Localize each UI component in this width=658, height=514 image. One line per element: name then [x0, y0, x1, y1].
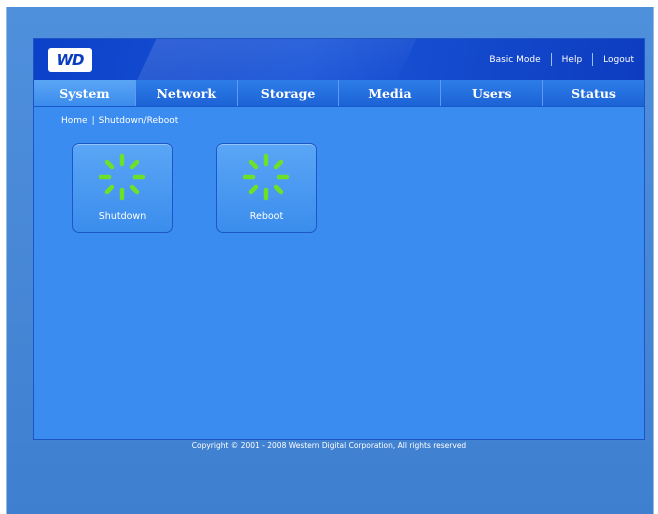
- breadcrumb-home-link[interactable]: Home: [61, 116, 88, 126]
- top-links: Basic Mode Help Logout: [489, 53, 634, 66]
- link-divider: [592, 53, 594, 66]
- reboot-button[interactable]: Reboot: [216, 143, 317, 233]
- tab-system[interactable]: System: [34, 80, 136, 106]
- shutdown-label: Shutdown: [98, 211, 147, 222]
- help-link[interactable]: Help: [562, 55, 583, 65]
- wd-logo[interactable]: WD: [48, 48, 92, 72]
- main-nav-tabs: System Network Storage Media Users Statu…: [34, 80, 644, 107]
- tab-media[interactable]: Media: [339, 80, 442, 106]
- tab-status[interactable]: Status: [543, 80, 644, 106]
- tab-storage[interactable]: Storage: [238, 80, 340, 106]
- shutdown-button[interactable]: Shutdown: [72, 143, 173, 233]
- logo-text: WD: [56, 51, 85, 69]
- spinner-icon: [242, 153, 290, 201]
- breadcrumb: Home | Shutdown/Reboot: [61, 116, 178, 126]
- reboot-label: Reboot: [249, 211, 284, 222]
- header-bar: WD Basic Mode Help Logout: [34, 39, 644, 80]
- breadcrumb-separator: |: [91, 116, 95, 126]
- tab-users[interactable]: Users: [441, 80, 544, 106]
- breadcrumb-current: Shutdown/Reboot: [98, 116, 179, 126]
- link-divider: [550, 53, 552, 66]
- app-panel: WD Basic Mode Help Logout System Network…: [33, 38, 645, 440]
- logout-link[interactable]: Logout: [603, 55, 634, 65]
- basic-mode-link[interactable]: Basic Mode: [489, 55, 540, 65]
- spinner-icon: [98, 153, 146, 201]
- copyright-footer: Copyright © 2001 - 2008 Western Digital …: [191, 441, 467, 450]
- tab-network[interactable]: Network: [136, 80, 238, 106]
